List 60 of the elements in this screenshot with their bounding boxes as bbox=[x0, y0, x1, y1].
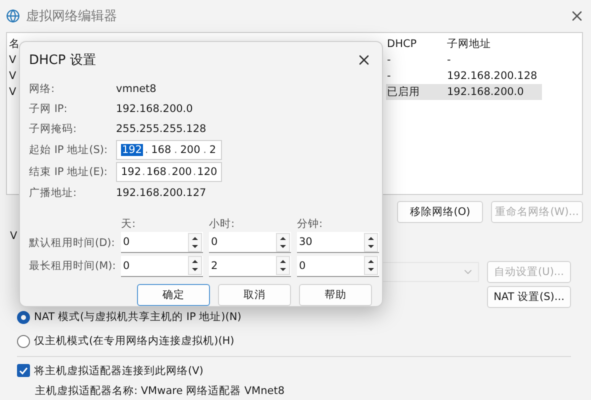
ip-address-field[interactable]: 192 . 168 . 200 . 2 bbox=[116, 140, 222, 160]
table-cell: V bbox=[8, 70, 16, 82]
field-value: vmnet8 bbox=[116, 82, 158, 95]
row-highlight[interactable]: - - bbox=[386, 52, 542, 68]
field-label: 子网掩码: bbox=[29, 122, 78, 136]
spinner-field[interactable]: 0 bbox=[121, 256, 203, 277]
field-label: 网络: bbox=[29, 82, 56, 96]
radio-button[interactable] bbox=[17, 310, 30, 324]
checkbox-label: 将主机虚拟适配器连接到此网络(V) bbox=[34, 364, 204, 378]
table-cell-text: 已启用 bbox=[386, 85, 420, 100]
spinner-field[interactable]: 0 bbox=[121, 232, 203, 254]
group-title: V bbox=[10, 229, 18, 244]
table-cell-text: - bbox=[386, 69, 391, 84]
field-label: 默认租用时间(D): bbox=[29, 236, 116, 250]
field-label: 最长租用时间(M): bbox=[29, 259, 117, 274]
dialog-button[interactable]: 取消 bbox=[218, 284, 291, 306]
radio-label: 仅主机模式(在专用网络内连接虚拟机)(H) bbox=[34, 334, 234, 348]
column-header: 子网地址 bbox=[446, 37, 491, 52]
network-button[interactable]: 移除网络(O) bbox=[397, 201, 483, 224]
field-value: 192.168.200.127 bbox=[116, 187, 208, 200]
column-header: DHCP bbox=[386, 37, 417, 52]
spinner-arrows-icon[interactable] bbox=[276, 256, 290, 276]
spinner-field[interactable]: 0 bbox=[297, 256, 379, 277]
column-label: 分钟: bbox=[297, 216, 324, 231]
spinner-arrows-icon[interactable] bbox=[188, 232, 202, 252]
table-cell: V bbox=[8, 54, 16, 66]
dialog-button[interactable]: 确定 bbox=[137, 284, 210, 306]
row-highlight[interactable]: 已启用 192.168.200.0 bbox=[386, 84, 542, 100]
dialog-button[interactable]: 帮助 bbox=[299, 284, 372, 306]
radio-button[interactable] bbox=[17, 334, 30, 348]
table-cell-text: 192.168.200.128 bbox=[446, 69, 538, 84]
window-title: 虚拟网络编辑器 bbox=[26, 8, 118, 26]
column-label: 小时: bbox=[209, 216, 236, 231]
spinner-arrows-icon[interactable] bbox=[276, 232, 290, 252]
spinner-arrows-icon[interactable] bbox=[364, 232, 378, 252]
field-value: 255.255.255.128 bbox=[116, 123, 208, 136]
row-highlight[interactable]: - 192.168.200.128 bbox=[386, 68, 542, 84]
spinner-field[interactable]: 30 bbox=[297, 232, 379, 254]
radio-label: NAT 模式(与虚拟机共享主机的 IP 地址)(N) bbox=[34, 310, 242, 324]
field-label: 广播地址: bbox=[29, 186, 78, 200]
dialog-title: DHCP 设置 bbox=[29, 52, 96, 69]
field-label: 子网 IP: bbox=[29, 102, 68, 116]
table-cell-text: - bbox=[446, 53, 451, 68]
spinner-arrows-icon[interactable] bbox=[188, 256, 202, 276]
table-cell-text: 192.168.200.0 bbox=[446, 85, 524, 100]
field-label: 起始 IP 地址(S): bbox=[29, 143, 108, 158]
checkbox[interactable] bbox=[17, 364, 30, 378]
adapter-name-text: 主机虚拟适配器名称: VMware 网络适配器 VMnet8 bbox=[34, 384, 286, 399]
nat-settings-button[interactable]: NAT 设置(S)... bbox=[487, 286, 571, 308]
ip-address-field[interactable]: 192.168.200.120 bbox=[116, 162, 222, 182]
column-label: 天: bbox=[121, 216, 137, 231]
globe-icon bbox=[6, 9, 20, 24]
table-cell-text: - bbox=[386, 53, 391, 68]
spinner-field[interactable]: 0 bbox=[209, 232, 291, 254]
field-label: 结束 IP 地址(E): bbox=[29, 165, 108, 180]
field-value: 192.168.200.0 bbox=[116, 102, 194, 115]
table-cell: V bbox=[8, 86, 16, 98]
column-header: 名 bbox=[8, 37, 20, 52]
spinner-field[interactable]: 2 bbox=[209, 256, 291, 277]
spinner-arrows-icon[interactable] bbox=[364, 256, 378, 276]
